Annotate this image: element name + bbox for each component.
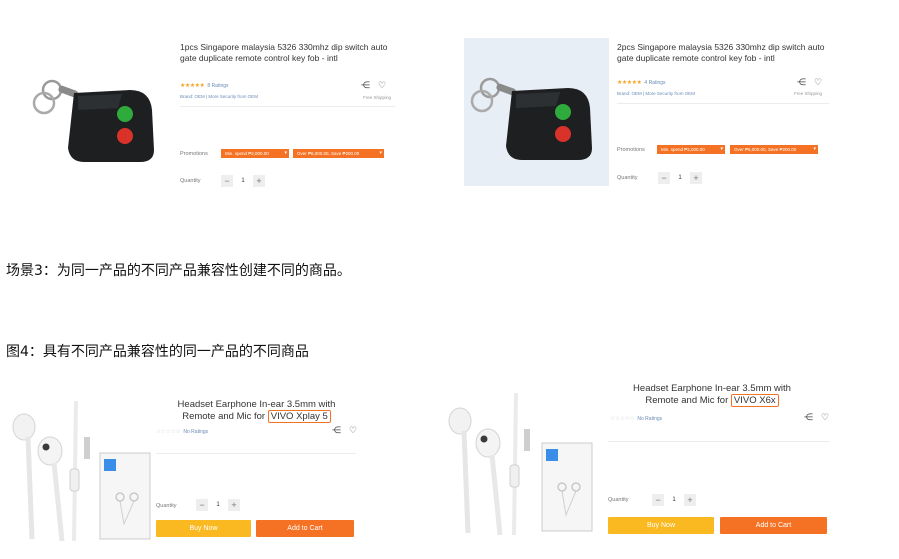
title-line-1: Headset Earphone In-ear 3.5mm with (633, 383, 791, 394)
share-icon[interactable]: ⋲ (797, 78, 806, 88)
decrease-button[interactable]: − (196, 499, 208, 511)
promo-tag-save[interactable]: Over ₱6,000.00, Save ₱200.00 (730, 145, 818, 154)
star-rating-icon: ☆☆☆☆☆ (156, 429, 181, 435)
compatibility-highlight: VIVO Xplay 5 (267, 409, 331, 423)
quantity-value[interactable]: 1 (239, 178, 247, 184)
quantity-label: Quantity (180, 178, 201, 184)
title-line-2: Remote and Mic for (182, 410, 268, 422)
rating[interactable]: ★★★★★ 8 Ratings (180, 82, 229, 90)
decrease-button[interactable]: − (652, 494, 664, 506)
quantity-label: Quantity (617, 175, 638, 181)
earphones-image (12, 400, 151, 542)
rating[interactable]: ★★★★★ 4 Ratings (617, 79, 666, 87)
title-line-1: Headset Earphone In-ear 3.5mm with (177, 399, 336, 410)
rating-count: No Ratings (637, 415, 663, 422)
increase-button[interactable]: + (684, 494, 696, 506)
product-title[interactable]: Headset Earphone In-ear 3.5mm with Remot… (606, 383, 818, 407)
product-actions: ⋲ ♡ (332, 426, 357, 436)
promo-tag-save[interactable]: Over ₱6,000.00, Save ₱200.00 (293, 149, 384, 158)
rating-count: No Ratings (183, 428, 209, 435)
product-title[interactable]: Headset Earphone In-ear 3.5mm with Remot… (154, 399, 359, 423)
title-line-2: Remote and Mic for (645, 394, 731, 406)
quantity-value[interactable]: 1 (214, 502, 222, 508)
quantity-stepper: − 1 + (652, 494, 696, 506)
product-title[interactable]: 1pcs Singapore malaysia 5326 330mhz dip … (180, 42, 395, 64)
shipping-label: Free Shipping (794, 91, 823, 96)
divider (156, 453, 356, 454)
product-actions: ⋲ ♡ (797, 78, 822, 88)
quantity-stepper: − 1 + (221, 175, 265, 187)
product-card-1: 1pcs Singapore malaysia 5326 330mhz dip … (22, 36, 402, 191)
increase-button[interactable]: + (228, 499, 240, 511)
product-image-earphones[interactable] (10, 389, 160, 547)
divider (180, 106, 395, 107)
rating[interactable]: ☆☆☆☆☆ No Ratings (610, 415, 663, 423)
promotions-label: Promotions (180, 151, 208, 157)
remote-key-fob-image (470, 77, 592, 160)
increase-button[interactable]: + (690, 172, 702, 184)
heart-icon[interactable]: ♡ (378, 81, 386, 91)
product-card-4: Headset Earphone In-ear 3.5mm with Remot… (438, 377, 838, 547)
quantity-value[interactable]: 1 (676, 175, 684, 181)
promotions-label: Promotions (617, 147, 645, 153)
divider (608, 441, 830, 442)
brand-line[interactable]: Brand: OEM | More Security from OEM (180, 94, 258, 99)
divider (617, 103, 829, 104)
rating-count: 4 Ratings (644, 79, 666, 86)
scene3-caption: 场景3：为同一产品的不同产品兼容性创建不同的商品。 (6, 263, 351, 279)
share-icon[interactable]: ⋲ (332, 426, 341, 436)
product-image-remote[interactable] (464, 38, 609, 186)
quantity-stepper: − 1 + (196, 499, 240, 511)
rating[interactable]: ☆☆☆☆☆ No Ratings (156, 428, 209, 436)
heart-icon[interactable]: ♡ (821, 413, 829, 423)
quantity-label: Quantity (156, 503, 177, 509)
product-image-remote[interactable] (22, 38, 172, 188)
brand-line[interactable]: Brand: OEM | More Security from OEM (617, 91, 695, 96)
product-card-2: 2pcs Singapore malaysia 5326 330mhz dip … (464, 36, 844, 191)
star-rating-icon: ★★★★★ (180, 83, 205, 89)
decrease-button[interactable]: − (221, 175, 233, 187)
earphones-image (448, 392, 593, 536)
star-rating-icon: ☆☆☆☆☆ (610, 416, 635, 422)
rating-count: 8 Ratings (207, 82, 229, 89)
heart-icon[interactable]: ♡ (349, 426, 357, 436)
product-card-3: Headset Earphone In-ear 3.5mm with Remot… (10, 383, 370, 553)
quantity-label: Quantity (608, 497, 629, 503)
shipping-label: Free Shipping (363, 95, 392, 100)
quantity-stepper: − 1 + (658, 172, 702, 184)
buy-now-button[interactable]: Buy Now (608, 517, 714, 534)
heart-icon[interactable]: ♡ (814, 78, 822, 88)
share-icon[interactable]: ⋲ (361, 81, 370, 91)
promo-tag-min-spend[interactable]: Min. spend ₱2,000.00 (221, 149, 289, 158)
star-rating-icon: ★★★★★ (617, 80, 642, 86)
product-image-earphones[interactable] (438, 383, 598, 541)
remote-key-fob-image (32, 79, 154, 162)
product-actions: ⋲ ♡ (361, 81, 386, 91)
decrease-button[interactable]: − (658, 172, 670, 184)
figure4-caption: 图4：具有不同产品兼容性的同一产品的不同商品 (6, 344, 309, 360)
promo-tag-min-spend[interactable]: Min. spend ₱2,000.00 (657, 145, 725, 154)
add-to-cart-button[interactable]: Add to Cart (256, 520, 354, 537)
add-to-cart-button[interactable]: Add to Cart (720, 517, 827, 534)
share-icon[interactable]: ⋲ (804, 413, 813, 423)
quantity-value[interactable]: 1 (670, 497, 678, 503)
increase-button[interactable]: + (253, 175, 265, 187)
product-title[interactable]: 2pcs Singapore malaysia 5326 330mhz dip … (617, 42, 832, 64)
compatibility-highlight: VIVO X6x (730, 393, 779, 407)
buy-now-button[interactable]: Buy Now (156, 520, 251, 537)
product-actions: ⋲ ♡ (804, 413, 829, 423)
